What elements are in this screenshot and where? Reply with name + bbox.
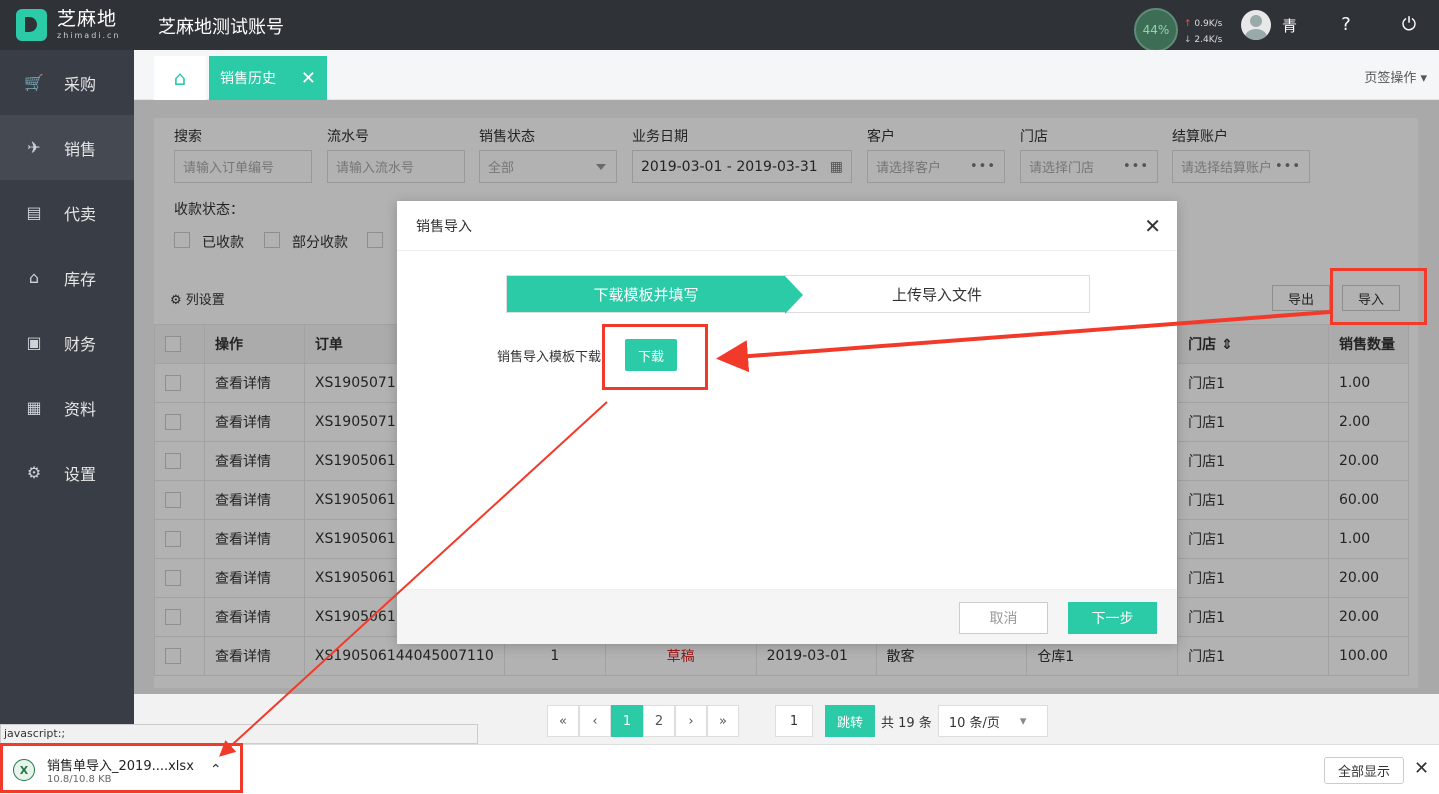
user-name[interactable]: 青 [1282, 15, 1297, 36]
tab-sales-history[interactable]: 销售历史 ✕ [209, 56, 327, 100]
page-1-button[interactable]: 1 [611, 705, 643, 737]
help-icon[interactable]: ? [1335, 14, 1357, 36]
close-icon[interactable]: ✕ [1414, 758, 1429, 779]
cart-icon: 🛒 [24, 73, 44, 92]
first-page-button[interactable]: « [547, 705, 579, 737]
show-all-button[interactable]: 全部显示 [1324, 757, 1404, 784]
prev-page-button[interactable]: ‹ [579, 705, 611, 737]
annotation-box-import [1330, 268, 1427, 325]
avatar[interactable] [1241, 10, 1271, 40]
sidebar-item-settings[interactable]: ⚙ 设置 [0, 440, 134, 505]
sidebar-item-sales[interactable]: ✈ 销售 [0, 115, 134, 180]
last-page-button[interactable]: » [707, 705, 739, 737]
logo-mark-icon [16, 9, 47, 41]
next-page-button[interactable]: › [675, 705, 707, 737]
logo-text: 芝麻地 [57, 8, 118, 30]
modal-footer: 取消 下一步 [397, 589, 1177, 644]
sale-icon: ✈ [27, 138, 41, 157]
step-upload: 上传导入文件 [891, 285, 982, 304]
warehouse-icon: ⌂ [28, 268, 40, 287]
cancel-button[interactable]: 取消 [959, 602, 1048, 634]
upload-speed: 0.9K/s [1194, 19, 1223, 29]
page-size-select[interactable]: 10 条/页 ▾ [937, 705, 1048, 737]
import-modal: 销售导入 ✕ 下载模板并填写 上传导入文件 销售导入模板下载 下载 取消 下一步 [397, 201, 1177, 644]
cpu-gauge: 44% [1134, 8, 1178, 52]
sidebar-item-data[interactable]: ▦ 资料 [0, 375, 134, 440]
annotation-box-download [602, 324, 708, 390]
logo-subtext: zhimadi.cn [57, 31, 121, 40]
sidebar: 🛒 采购 ✈ 销售 ▤ 代卖 ⌂ 库存 ▣ 财务 ▦ 资料 ⚙ 设置 [0, 50, 134, 744]
tab-bar: ⌂ 销售历史 ✕ 页签操作 ▾ [134, 50, 1439, 100]
gear-icon: ⚙ [26, 463, 42, 482]
next-button[interactable]: 下一步 [1068, 602, 1157, 634]
step-download: 下载模板并填写 [507, 276, 803, 314]
modal-title: 销售导入 [397, 201, 1177, 251]
total-count: 共 19 条 [881, 715, 932, 731]
logo[interactable]: 芝麻地 zhimadi.cn [16, 9, 121, 41]
data-icon: ▦ [26, 398, 42, 417]
finance-icon: ▣ [26, 333, 42, 352]
status-url: javascript:; [0, 724, 478, 744]
template-download-label: 销售导入模板下载 [497, 350, 602, 365]
page-2-button[interactable]: 2 [643, 705, 675, 737]
sidebar-item-inventory[interactable]: ⌂ 库存 [0, 245, 134, 310]
chevron-down-icon: ▾ [1019, 713, 1027, 729]
consign-icon: ▤ [26, 203, 42, 222]
page-number-input[interactable]: 1 [775, 705, 813, 737]
download-speed: 2.4K/s [1194, 35, 1223, 45]
steps: 下载模板并填写 上传导入文件 [506, 275, 1090, 314]
sidebar-item-finance[interactable]: ▣ 财务 [0, 310, 134, 375]
top-bar: 芝麻地 zhimadi.cn 芝麻地测试账号 44% ↑ 0.9K/s ↓ 2.… [0, 0, 1439, 52]
sidebar-item-consign[interactable]: ▤ 代卖 [0, 180, 134, 245]
sidebar-item-purchase[interactable]: 🛒 采购 [0, 50, 134, 115]
pagination: « ‹ 1 2 › » 1 跳转 共 19 条 10 条/页 ▾ [547, 705, 1048, 737]
power-icon[interactable]: ⏻ [1398, 14, 1420, 36]
annotation-box-file [0, 743, 243, 793]
tab-operations[interactable]: 页签操作 ▾ [1364, 67, 1427, 86]
close-icon[interactable]: ✕ [1144, 214, 1161, 238]
home-tab-icon[interactable]: ⌂ [154, 56, 206, 100]
close-icon[interactable]: ✕ [301, 68, 316, 89]
jump-button[interactable]: 跳转 [825, 705, 875, 737]
account-name: 芝麻地测试账号 [158, 17, 284, 38]
